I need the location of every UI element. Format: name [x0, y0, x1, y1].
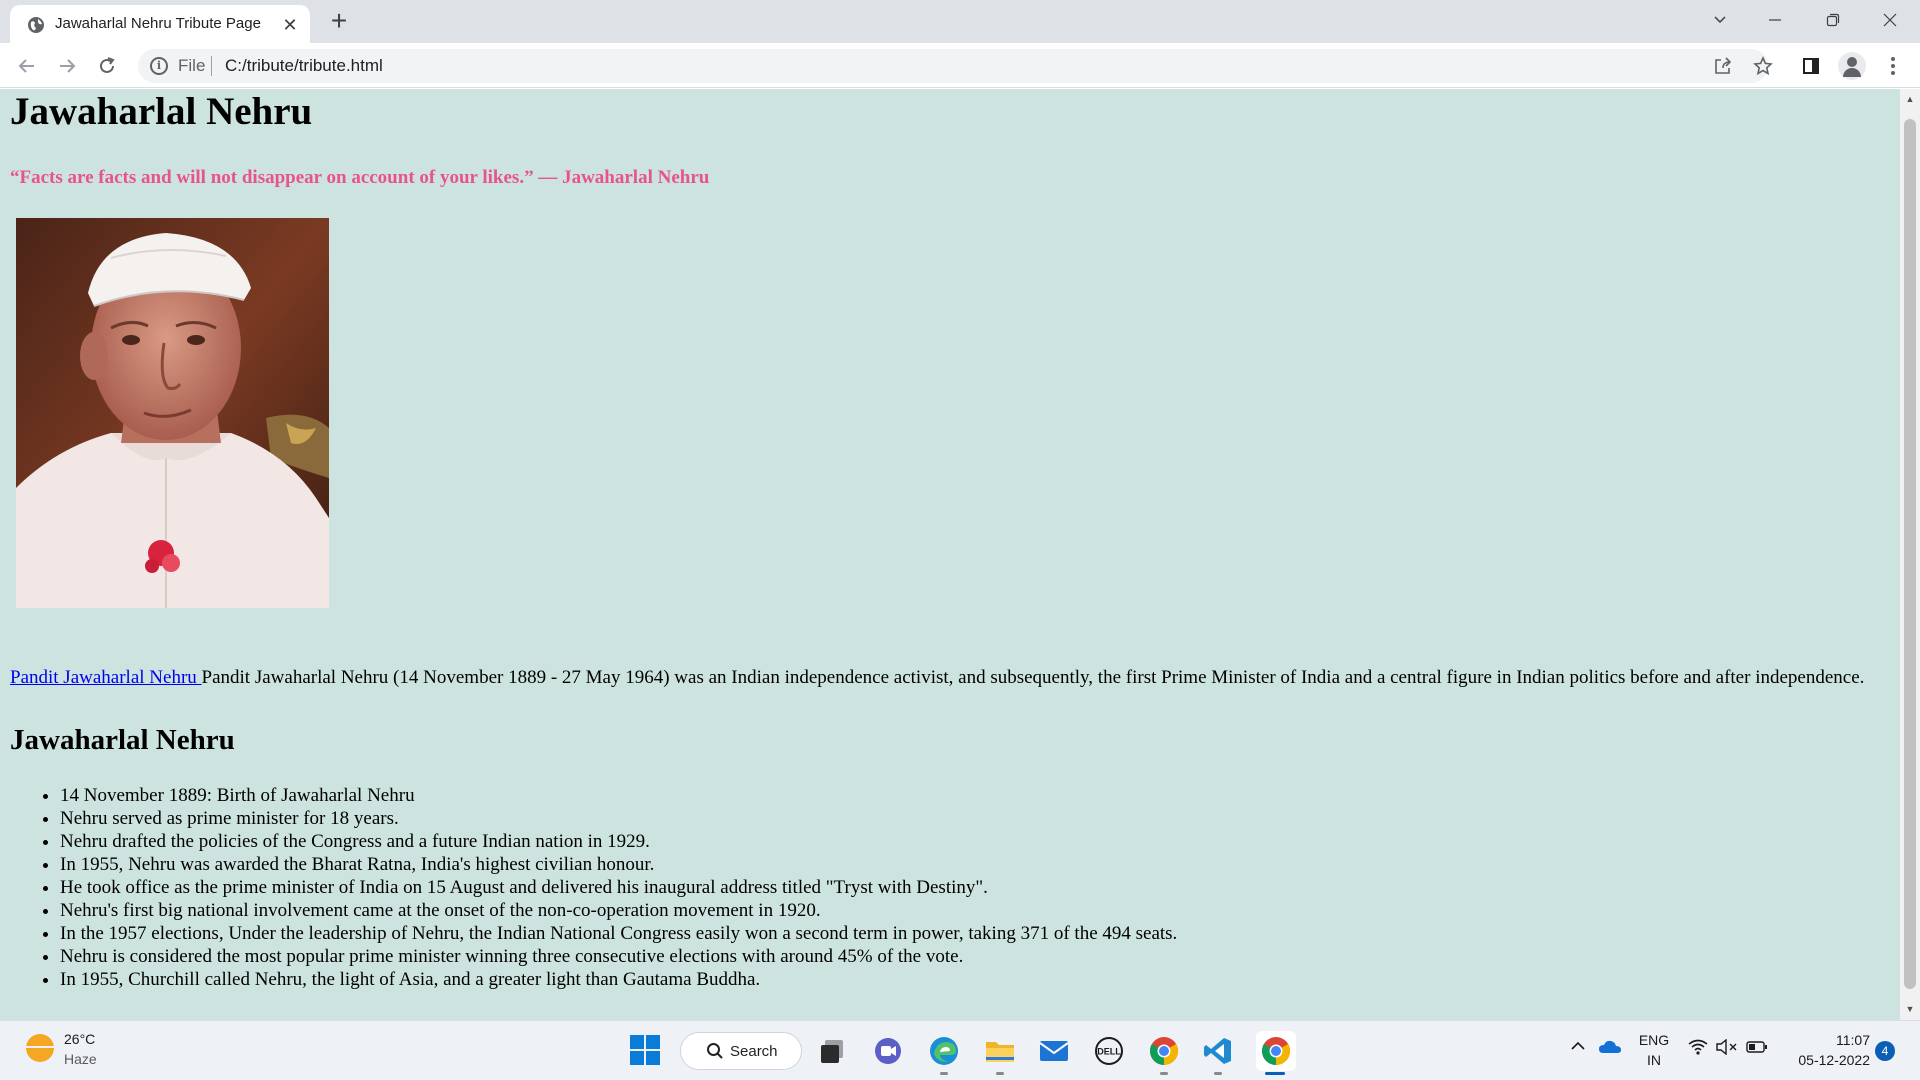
chrome-active-icon[interactable] — [1256, 1031, 1296, 1071]
browser-tab[interactable]: Jawaharlal Nehru Tribute Page ✕ — [10, 5, 310, 43]
search-icon — [707, 1043, 723, 1059]
scroll-up-arrow-icon[interactable]: ▲ — [1900, 91, 1920, 107]
running-indicator — [940, 1072, 948, 1075]
new-tab-button[interactable]: + — [323, 6, 355, 38]
language-code[interactable]: ENG — [1636, 1032, 1672, 1048]
vertical-scrollbar[interactable]: ▲ ▼ — [1900, 89, 1920, 1020]
scheme-label: File — [178, 56, 206, 75]
weather-temperature: 26°C — [64, 1031, 96, 1047]
teams-chat-icon[interactable] — [870, 1033, 906, 1069]
quote-text: “Facts are facts and will not disappear … — [10, 167, 710, 188]
dell-icon[interactable]: DELL — [1091, 1033, 1127, 1069]
tab-strip: Jawaharlal Nehru Tribute Page ✕ + — [0, 0, 1920, 43]
menu-kebab-icon[interactable] — [1878, 51, 1908, 81]
forward-arrow-icon[interactable] — [52, 51, 82, 81]
intro-paragraph: Pandit Jawaharlal Nehru Pandit Jawaharla… — [10, 666, 1890, 689]
file-explorer-icon[interactable] — [982, 1033, 1018, 1069]
list-item: Nehru is considered the most popular pri… — [60, 945, 1890, 968]
close-window-button[interactable] — [1862, 0, 1918, 40]
taskbar-search-box[interactable]: Search — [680, 1032, 802, 1070]
region-code[interactable]: IN — [1636, 1052, 1672, 1068]
share-icon[interactable] — [1708, 51, 1738, 81]
browser-toolbar: i File C:/tribute/tribute.html — [0, 43, 1920, 88]
weather-description: Haze — [64, 1051, 97, 1067]
bookmark-star-icon[interactable] — [1748, 51, 1778, 81]
page-viewport: Jawaharlal Nehru “Facts are facts and wi… — [0, 89, 1900, 1020]
running-indicator — [1214, 1072, 1222, 1075]
list-item: In 1955, Nehru was awarded the Bharat Ra… — [60, 853, 1890, 876]
search-label: Search — [730, 1043, 778, 1060]
svg-text:DELL: DELL — [1097, 1047, 1121, 1057]
url-text[interactable]: C:/tribute/tribute.html — [225, 56, 383, 76]
scroll-down-arrow-icon[interactable]: ▼ — [1900, 1001, 1920, 1017]
haze-weather-icon — [24, 1034, 56, 1062]
wiki-link[interactable]: Pandit Jawaharlal Nehru — [10, 667, 202, 688]
minimize-button[interactable] — [1747, 0, 1803, 40]
tribute-page: Jawaharlal Nehru “Facts are facts and wi… — [0, 89, 1900, 991]
page-title: Jawaharlal Nehru — [10, 90, 313, 133]
close-tab-icon[interactable]: ✕ — [280, 15, 300, 35]
profile-avatar-icon[interactable] — [1838, 52, 1866, 80]
list-item: In 1955, Churchill called Nehru, the lig… — [60, 968, 1890, 991]
battery-icon[interactable] — [1746, 1040, 1768, 1057]
active-app-indicator — [1265, 1072, 1285, 1075]
restore-button[interactable] — [1805, 0, 1861, 40]
show-hidden-icons-chevron-icon[interactable] — [1570, 1038, 1586, 1057]
vscode-icon[interactable] — [1200, 1033, 1236, 1069]
windows-taskbar: 26°C Haze Search DELL ENG IN 11:07 05-12… — [0, 1020, 1920, 1080]
chrome-icon[interactable] — [1146, 1033, 1182, 1069]
list-item: 14 November 1889: Birth of Jawaharlal Ne… — [60, 784, 1890, 807]
windows-start-icon[interactable] — [626, 1031, 666, 1071]
wifi-icon[interactable] — [1688, 1039, 1708, 1058]
section-heading: Jawaharlal Nehru — [10, 724, 235, 756]
mail-icon[interactable] — [1036, 1033, 1072, 1069]
list-item: In the 1957 elections, Under the leaders… — [60, 922, 1890, 945]
notification-badge[interactable]: 4 — [1875, 1041, 1895, 1061]
side-panel-icon[interactable] — [1796, 51, 1826, 81]
list-item: Nehru's first big national involvement c… — [60, 899, 1890, 922]
list-item: Nehru drafted the policies of the Congre… — [60, 830, 1890, 853]
list-item: He took office as the prime minister of … — [60, 876, 1890, 899]
address-bar[interactable]: i File C:/tribute/tribute.html — [138, 49, 1768, 83]
globe-icon — [28, 17, 44, 33]
clock-time[interactable]: 11:07 — [1780, 1032, 1870, 1048]
tab-search-icon[interactable] — [1692, 0, 1748, 40]
reload-icon[interactable] — [92, 51, 122, 81]
tab-title: Jawaharlal Nehru Tribute Page — [55, 15, 261, 32]
onedrive-cloud-icon[interactable] — [1598, 1038, 1622, 1057]
scrollbar-thumb[interactable] — [1904, 119, 1916, 989]
nehru-portrait-image — [16, 218, 329, 608]
back-arrow-icon[interactable] — [12, 51, 42, 81]
task-view-icon[interactable] — [814, 1033, 850, 1069]
list-item: Nehru served as prime minister for 18 ye… — [60, 807, 1890, 830]
running-indicator — [996, 1072, 1004, 1075]
edge-browser-icon[interactable] — [926, 1033, 962, 1069]
volume-muted-icon[interactable] — [1716, 1038, 1738, 1058]
info-icon[interactable]: i — [150, 57, 168, 75]
facts-list: 14 November 1889: Birth of Jawaharlal Ne… — [10, 784, 1890, 991]
intro-text: Pandit Jawaharlal Nehru (14 November 188… — [201, 667, 1865, 688]
running-indicator — [1160, 1072, 1168, 1075]
clock-date[interactable]: 05-12-2022 — [1780, 1052, 1870, 1068]
address-separator — [211, 56, 212, 76]
